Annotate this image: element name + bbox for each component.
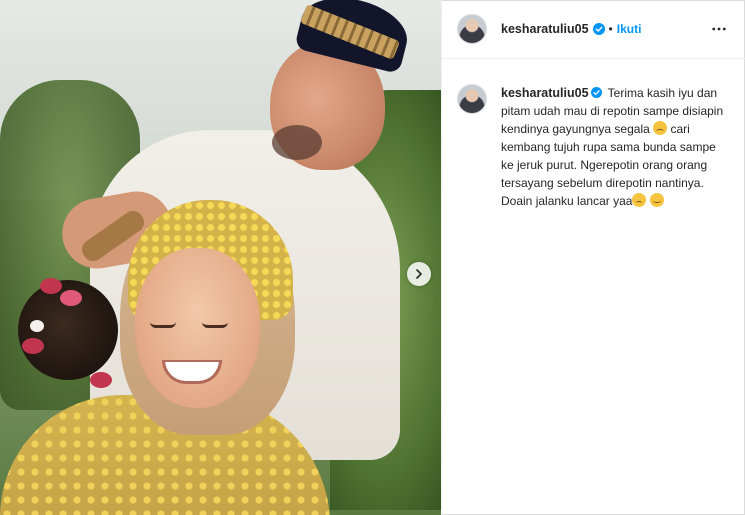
follow-button[interactable]: Ikuti — [617, 22, 642, 36]
sad-face-icon — [632, 193, 647, 207]
caption-username[interactable]: kesharatuliu05 — [501, 86, 589, 100]
post-header: kesharatuliu05 • Ikuti — [442, 0, 745, 59]
photo-flower — [30, 320, 44, 332]
post-side-panel: kesharatuliu05 • Ikuti kesharatuliu05 Te… — [441, 0, 745, 515]
photo-flower — [60, 290, 82, 306]
hugging-face-icon — [649, 193, 664, 207]
crying-face-icon — [653, 121, 668, 135]
next-photo-button[interactable] — [407, 262, 431, 286]
avatar[interactable] — [457, 14, 487, 44]
more-options-icon — [712, 27, 726, 31]
verified-badge-icon — [590, 87, 602, 98]
header-username[interactable]: kesharatuliu05 — [501, 22, 589, 36]
photo-eye-left — [150, 322, 176, 328]
photo-woman-face — [135, 248, 260, 408]
photo-flower — [90, 372, 112, 388]
photo-flower — [22, 338, 44, 354]
photo-eye-right — [202, 322, 228, 328]
verified-badge-icon — [592, 23, 605, 35]
photo-man-beard — [272, 125, 322, 160]
caption-comment: kesharatuliu05 Terima kasih iyu dan pita… — [442, 59, 745, 210]
chevron-right-icon — [416, 269, 422, 279]
post-photo[interactable] — [0, 0, 441, 515]
photo-flower — [40, 278, 62, 294]
avatar[interactable] — [457, 84, 487, 114]
more-options-button[interactable] — [707, 20, 731, 38]
header-separator: • — [608, 22, 613, 36]
caption-text: kesharatuliu05 Terima kasih iyu dan pita… — [501, 84, 727, 210]
